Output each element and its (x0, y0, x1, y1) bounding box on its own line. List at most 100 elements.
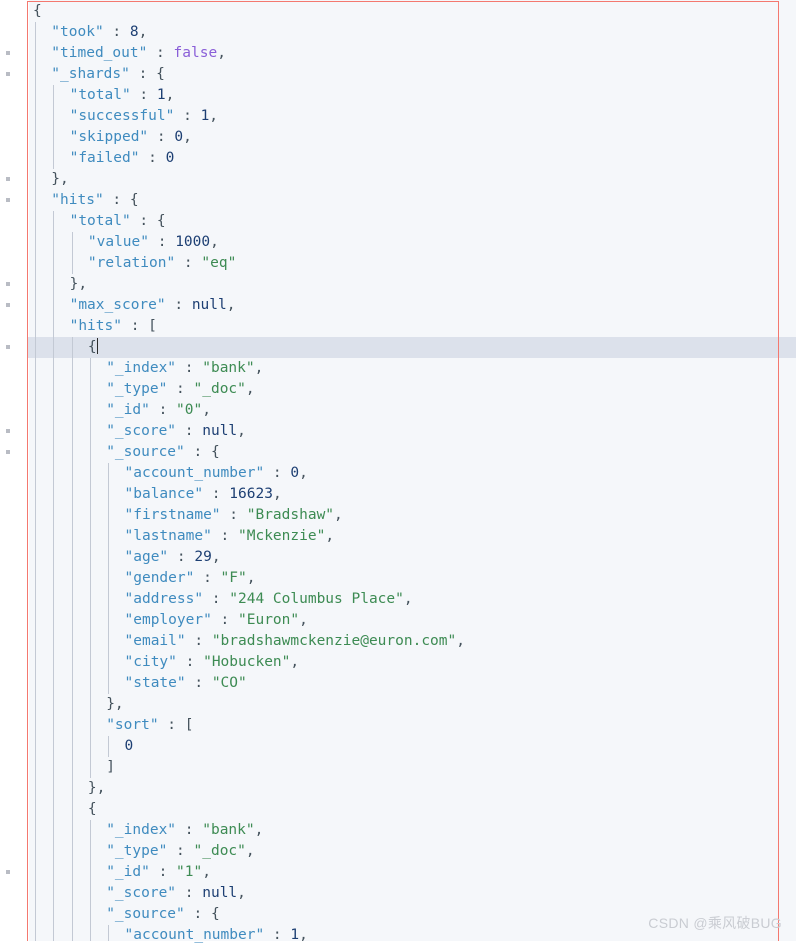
code-line[interactable]: "address" : "244 Columbus Place", (0, 589, 465, 610)
code-line[interactable]: "balance" : 16623, (0, 484, 465, 505)
token-p: : (149, 864, 177, 880)
token-k: "took" (51, 24, 104, 40)
token-p: : (149, 402, 177, 418)
token-k: "_index" (106, 822, 177, 838)
token-p: : (176, 360, 203, 376)
code-line[interactable]: "_source" : { (0, 442, 465, 463)
token-p: , (237, 423, 246, 439)
token-p: , (403, 591, 413, 607)
token-p: : { (184, 906, 220, 922)
token-p: , (245, 843, 255, 859)
token-k: "balance" (124, 486, 204, 502)
token-str: "1" (176, 864, 203, 880)
code-line[interactable]: "account_number" : 1, (0, 925, 465, 946)
code-line[interactable]: { (0, 1, 465, 22)
token-p: : { (103, 192, 139, 208)
token-p: , (226, 297, 236, 313)
code-line[interactable]: 0 (0, 736, 465, 757)
token-p: , (254, 360, 264, 376)
token-p: , (202, 402, 211, 418)
code-line[interactable]: "_source" : { (0, 904, 465, 925)
token-num: 1000 (175, 234, 211, 250)
token-p: }, (106, 696, 124, 712)
token-num: 0 (174, 129, 184, 145)
token-p: : { (129, 66, 165, 82)
code-line[interactable]: "max_score" : null, (0, 295, 465, 316)
code-line[interactable]: }, (0, 694, 465, 715)
token-k: "successful" (69, 108, 175, 124)
token-p: , (245, 381, 255, 397)
code-line[interactable]: "_shards" : { (0, 64, 465, 85)
token-p: : (139, 150, 166, 166)
token-p: , (209, 108, 219, 124)
code-line[interactable]: "took" : 8, (0, 22, 465, 43)
token-p: : (103, 24, 130, 40)
code-line[interactable]: "total" : { (0, 211, 465, 232)
code-line[interactable]: ] (0, 757, 465, 778)
csdn-watermark: CSDN @乘风破BUG (648, 915, 782, 931)
code-line[interactable]: "timed_out" : false, (0, 43, 465, 64)
token-k: "_id" (106, 402, 150, 418)
token-p: : (176, 822, 203, 838)
code-line[interactable]: { (0, 337, 465, 358)
token-p: }, (69, 276, 88, 292)
code-line[interactable]: "state" : "CO" (0, 673, 465, 694)
code-line[interactable]: "total" : 1, (0, 85, 465, 106)
json-editor[interactable]: { "took" : 8, "timed_out" : false, "_shards… (0, 0, 796, 943)
code-line[interactable]: "_id" : "0", (0, 400, 465, 421)
token-k: "employer" (124, 612, 212, 628)
code-line[interactable]: "_score" : null, (0, 883, 465, 904)
code-line[interactable]: { (0, 799, 465, 820)
code-line[interactable]: "city" : "Hobucken", (0, 652, 465, 673)
code-line[interactable]: "_type" : "_doc", (0, 379, 465, 400)
code-line[interactable]: "gender" : "F", (0, 568, 465, 589)
code-line[interactable]: }, (0, 169, 465, 190)
code-line[interactable]: "age" : 29, (0, 547, 465, 568)
token-k: "address" (124, 591, 204, 607)
token-p: : (167, 843, 194, 859)
code-line[interactable]: "_type" : "_doc", (0, 841, 465, 862)
code-line[interactable]: "failed" : 0 (0, 148, 465, 169)
token-p: , (246, 570, 256, 586)
code-line[interactable]: "firstname" : "Bradshaw", (0, 505, 465, 526)
token-p: : (149, 234, 176, 250)
token-num: 16623 (229, 486, 273, 502)
code-line[interactable]: "email" : "bradshawmckenzie@euron.com", (0, 631, 465, 652)
code-line[interactable]: "successful" : 1, (0, 106, 465, 127)
token-p: : (220, 507, 247, 523)
token-p: : (148, 129, 175, 145)
token-nul: null (191, 297, 227, 313)
token-k: "account_number" (124, 465, 265, 481)
code-line[interactable]: "lastname" : "Mckenzie", (0, 526, 465, 547)
code-lines[interactable]: { "took" : 8, "timed_out" : false, "_shards… (0, 1, 465, 946)
code-line[interactable]: "hits" : [ (0, 316, 465, 337)
code-line[interactable]: "_index" : "bank", (0, 358, 465, 379)
code-line[interactable]: "hits" : { (0, 190, 465, 211)
token-p: : (194, 570, 221, 586)
token-k: "hits" (51, 192, 104, 208)
token-k: "_source" (106, 444, 185, 460)
token-p: : { (184, 444, 220, 460)
token-p: , (299, 612, 308, 628)
code-line[interactable]: "sort" : [ (0, 715, 465, 736)
token-p: , (165, 87, 175, 103)
code-line[interactable]: "_id" : "1", (0, 862, 465, 883)
token-str: "bank" (202, 360, 255, 376)
token-p: : (176, 654, 204, 670)
token-k: "_score" (106, 423, 177, 439)
code-line[interactable]: "skipped" : 0, (0, 127, 465, 148)
token-str: "Hobucken" (203, 654, 291, 670)
code-line[interactable]: "_index" : "bank", (0, 820, 465, 841)
code-line[interactable]: "employer" : "Euron", (0, 610, 465, 631)
token-k: "total" (69, 87, 131, 103)
token-p: , (254, 822, 264, 838)
code-line[interactable]: "relation" : "eq" (0, 253, 465, 274)
token-p: , (325, 528, 335, 544)
token-p: { (33, 3, 42, 19)
token-str: "F" (220, 570, 247, 586)
code-line[interactable]: "account_number" : 0, (0, 463, 465, 484)
code-line[interactable]: }, (0, 778, 465, 799)
code-line[interactable]: "value" : 1000, (0, 232, 465, 253)
code-line[interactable]: "_score" : null, (0, 421, 465, 442)
code-line[interactable]: }, (0, 274, 465, 295)
